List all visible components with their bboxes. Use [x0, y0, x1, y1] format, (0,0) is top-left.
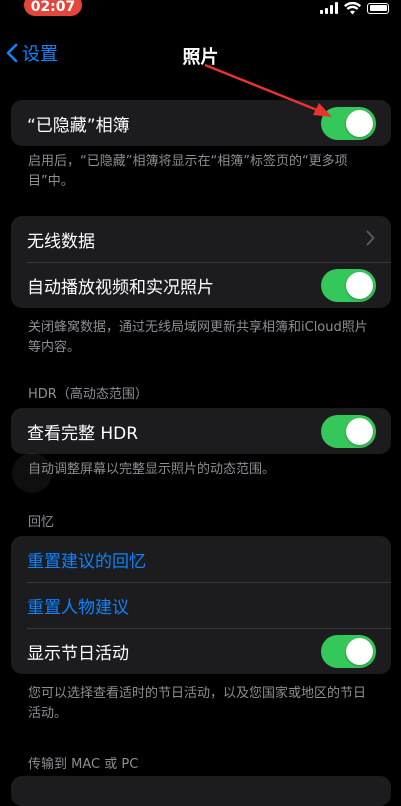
nav-bar: 设置 照片	[0, 38, 401, 72]
memories-group: 重置建议的回忆 重置人物建议 显示节日活动	[11, 536, 391, 674]
reset-suggested-memories-link[interactable]: 重置建议的回忆	[27, 547, 146, 572]
autoplay-label: 自动播放视频和实况照片	[27, 277, 214, 298]
holiday-events-label: 显示节日活动	[27, 643, 129, 664]
toggle-knob	[346, 110, 373, 137]
cellular-group: 无线数据 自动播放视频和实况照片	[11, 216, 391, 308]
cellular-signal-icon	[320, 2, 338, 14]
cellular-footnote: 关闭蜂窝数据，通过无线局域网更新共享相簿和iCloud照片等内容。	[28, 320, 368, 355]
wireless-data-label: 无线数据	[27, 231, 95, 252]
reset-people-suggestions-row[interactable]: 重置人物建议	[11, 582, 391, 628]
hidden-album-footnote: 启用后，“已隐藏”相簿将显示在“相簿”标签页的“更多项目”中。	[28, 154, 348, 189]
status-icons	[320, 0, 389, 16]
page-title: 照片	[182, 47, 219, 68]
reset-people-suggestions-link[interactable]: 重置人物建议	[27, 593, 129, 618]
toggle-knob	[346, 272, 373, 299]
hdr-group: 查看完整 HDR	[11, 408, 391, 454]
hdr-footnote: 自动调整屏幕以完整显示照片的动态范围。	[28, 462, 276, 477]
transfer-group	[11, 776, 391, 806]
autoplay-toggle[interactable]	[321, 269, 376, 302]
reset-suggested-memories-row[interactable]: 重置建议的回忆	[11, 536, 391, 582]
full-hdr-toggle[interactable]	[321, 415, 376, 448]
toggle-knob	[346, 418, 373, 445]
memories-footnote: 您可以选择查看适时的节日活动，以及您国家或地区的节日活动。	[28, 686, 367, 721]
holiday-events-row: 显示节日活动	[11, 628, 391, 674]
wireless-data-row[interactable]: 无线数据	[11, 216, 391, 262]
status-time: 02:07	[24, 0, 82, 16]
hidden-album-group: “已隐藏”相簿	[11, 100, 391, 146]
full-hdr-label: 查看完整 HDR	[27, 423, 139, 444]
hidden-album-label: “已隐藏”相簿	[27, 115, 130, 136]
holiday-events-toggle[interactable]	[321, 635, 376, 668]
full-hdr-row: 查看完整 HDR	[11, 408, 391, 454]
hidden-album-toggle[interactable]	[321, 107, 376, 140]
hdr-section-header: HDR（高动态范围）	[28, 387, 148, 402]
autoplay-row: 自动播放视频和实况照片	[11, 262, 391, 308]
chevron-right-icon	[366, 230, 375, 246]
memories-section-header: 回忆	[28, 515, 55, 530]
toggle-knob	[346, 638, 373, 665]
wifi-icon	[344, 1, 361, 14]
battery-icon	[367, 2, 389, 14]
hidden-album-row: “已隐藏”相簿	[11, 100, 391, 146]
transfer-section-header: 传输到 MAC 或 PC	[28, 757, 139, 772]
status-bar: 02:07	[0, 0, 401, 22]
